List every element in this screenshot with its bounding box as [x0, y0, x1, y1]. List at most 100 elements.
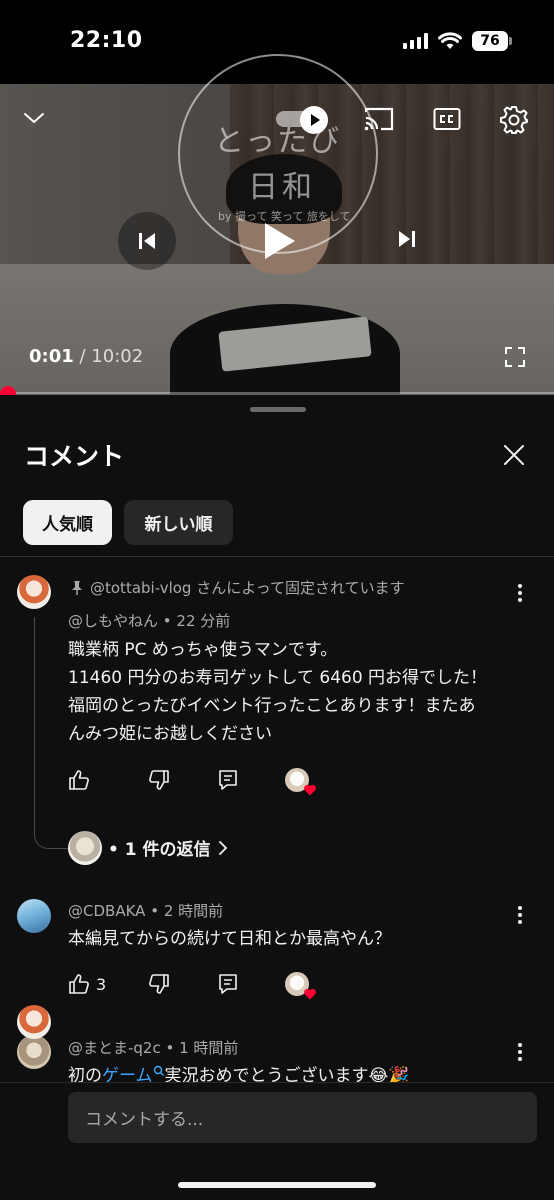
creator-heart [285, 969, 316, 1000]
comment-line: 本編見てからの続けて日和とか最高やん？ [68, 929, 391, 949]
reply-button[interactable] [218, 765, 238, 795]
heart-icon [304, 784, 316, 796]
more-vert-icon [518, 584, 522, 602]
avatar[interactable] [17, 899, 51, 933]
comment-body: 初のゲーム 実況おめでとうございます😂🎉 [68, 1062, 528, 1082]
next-video-button[interactable] [384, 212, 430, 266]
comment-author[interactable]: @しもやねん [68, 612, 158, 630]
view-replies-button[interactable]: • 1 件の返信 [108, 835, 229, 860]
comment-more-button[interactable] [510, 581, 530, 605]
heart-icon [304, 988, 316, 1000]
wifi-icon [438, 32, 462, 49]
close-icon [504, 445, 524, 465]
creator-avatar [285, 768, 316, 796]
drag-handle[interactable] [250, 407, 306, 412]
reply-thread-line [34, 617, 68, 849]
avatar[interactable] [17, 1035, 51, 1069]
next-icon [399, 231, 415, 247]
comment-line: んみつ姫にお越しください [68, 724, 272, 744]
comment-line: 職業柄 PC めっちゃ使うマンです。 [68, 640, 338, 660]
comment-line: 福岡のとったびイベント行ったことあります！またあ [68, 696, 476, 716]
comment-input[interactable]: コメントする... [68, 1092, 537, 1143]
autoplay-toggle[interactable] [276, 104, 330, 134]
duration: 10:02 [91, 346, 144, 367]
like-button[interactable] [68, 765, 90, 795]
like-count: 3 [96, 974, 107, 994]
thumb-up-icon [69, 974, 89, 994]
comment-time: 22 分前 [176, 612, 231, 630]
gear-icon [500, 106, 528, 134]
previous-icon [139, 233, 155, 249]
comment-body: 本編見てからの続けて日和とか最高やん？ [68, 925, 528, 953]
sort-chip-top[interactable]: 人気順 [23, 500, 112, 545]
sort-chip-newest[interactable]: 新しい順 [124, 500, 233, 545]
panel-title: コメント [24, 442, 125, 471]
thumb-up-icon [69, 770, 89, 790]
replies-label: • 1 件の返信 [108, 840, 211, 860]
play-small-icon [311, 114, 320, 126]
timecode: 0:01 / 10:02 [29, 346, 143, 367]
dislike-button[interactable] [148, 765, 170, 795]
chips-divider [0, 556, 554, 557]
comment-meta: @まとま-q2c • 1 時間前 [68, 1039, 239, 1057]
close-comments-button[interactable] [500, 441, 528, 469]
comment-line: 11460 円分のお寿司ゲットして 6460 円お得でした！ [68, 668, 488, 688]
comment-author[interactable]: @まとま-q2c [68, 1039, 161, 1057]
status-time: 22:10 [70, 28, 143, 53]
minimize-player-button[interactable] [20, 108, 48, 128]
pin-icon [72, 580, 82, 595]
my-avatar [17, 1005, 51, 1039]
cast-button[interactable] [362, 104, 396, 134]
thumb-down-icon [149, 770, 169, 790]
more-vert-icon [518, 906, 522, 924]
search-link-text: ゲーム [102, 1066, 153, 1082]
comment-text: 初の [68, 1066, 102, 1082]
comment-meta: @しもやねん • 22 分前 [68, 612, 231, 630]
composer-divider [0, 1082, 554, 1083]
dislike-button[interactable] [148, 969, 170, 999]
reply-icon [219, 974, 237, 994]
battery-level: 76 [480, 33, 500, 49]
signal-icon [403, 33, 428, 49]
home-indicator [178, 1182, 376, 1188]
current-time: 0:01 [29, 346, 74, 367]
status-icons: 76 [403, 30, 512, 52]
creator-heart [285, 765, 316, 796]
reply-avatar [68, 831, 102, 865]
cc-icon [433, 108, 461, 130]
autoplay-knob [300, 106, 328, 134]
comment-input-placeholder: コメントする... [85, 1110, 204, 1130]
reply-icon [219, 770, 237, 790]
fullscreen-button[interactable] [502, 344, 528, 370]
thumb-down-icon [149, 974, 169, 994]
cast-icon [364, 107, 394, 131]
play-button[interactable] [248, 210, 310, 272]
chevron-down-icon [24, 113, 44, 123]
chevron-right-icon [218, 840, 227, 855]
comment-time: 2 時間前 [163, 902, 224, 920]
play-icon [265, 223, 295, 259]
comment-text: 実況おめでとうございます😂🎉 [164, 1066, 410, 1082]
comment-author[interactable]: @CDBAKA [68, 902, 145, 920]
like-button[interactable]: 3 [68, 969, 106, 999]
avatar[interactable] [17, 575, 51, 609]
comment-more-button[interactable] [510, 1040, 530, 1064]
search-icon [153, 1065, 164, 1076]
time-separator: / [73, 346, 92, 367]
comment-actions: 3 [68, 969, 368, 1000]
settings-button[interactable] [498, 104, 530, 136]
more-vert-icon [518, 1043, 522, 1061]
pinned-text: @tottabi-vlog さんによって固定されています [90, 579, 405, 597]
comment-actions [68, 765, 368, 796]
channel-logo-line2: 日和 [248, 170, 316, 205]
comment-body: 職業柄 PC めっちゃ使うマンです。 11460 円分のお寿司ゲットして 646… [68, 636, 528, 748]
previous-video-button[interactable] [118, 212, 176, 270]
battery-icon: 76 [472, 31, 512, 51]
comments-panel: コメント 人気順 新しい順 @tottabi-vlog さんによって固定されてい… [0, 395, 554, 1200]
creator-avatar [285, 972, 316, 1000]
fullscreen-icon [505, 347, 525, 367]
comment-more-button[interactable] [510, 903, 530, 927]
search-link[interactable]: ゲーム [102, 1065, 165, 1082]
captions-button[interactable] [432, 106, 462, 132]
reply-button[interactable] [218, 969, 238, 999]
